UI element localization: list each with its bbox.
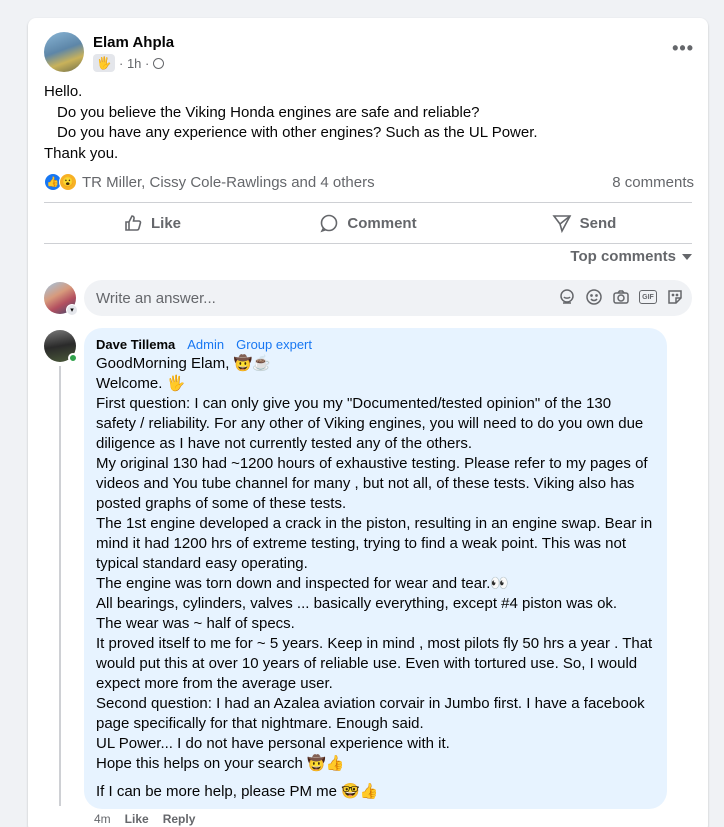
send-button[interactable]: Send <box>476 204 692 242</box>
comment-line: would put this at over 10 years of relia… <box>96 655 638 672</box>
caret-down-icon <box>682 253 692 260</box>
post-actions: Like Comment Send <box>44 204 692 242</box>
comment-line: posted graphs of some of these tests. <box>96 495 347 512</box>
emoji-icon[interactable] <box>585 288 603 306</box>
comment-like-button[interactable]: Like <box>125 812 149 826</box>
gif-icon[interactable]: GIF <box>639 288 657 306</box>
thread-line <box>59 366 61 806</box>
comment-line: GoodMorning Elam, 🤠☕ <box>96 355 271 372</box>
comment-line: mind it had 1200 hrs of extreme testing,… <box>96 535 627 552</box>
comment-line: First question: I can only give you my "… <box>96 395 612 412</box>
comments-count[interactable]: 8 comments <box>612 174 694 191</box>
send-icon <box>552 215 571 233</box>
composer-icons: GIF <box>558 288 684 306</box>
author-avatar[interactable] <box>44 32 84 72</box>
answer-composer: GIF <box>84 280 692 316</box>
like-label: Like <box>150 214 181 232</box>
post-time[interactable]: · 1h · <box>119 56 149 71</box>
avatar-sticker-icon[interactable] <box>558 288 576 306</box>
comment-line: typical standard easy operating. <box>96 555 308 572</box>
comment-line: The 1st engine developed a crack in the … <box>96 515 653 532</box>
comment-line: diligence as I have not currently tested… <box>96 435 473 452</box>
comment-button[interactable]: Comment <box>260 204 476 242</box>
wow-reaction-icon: 😮 <box>59 173 77 191</box>
wave-hand-icon[interactable]: 🖐 <box>93 54 115 72</box>
post-line: Hello. <box>44 83 83 100</box>
chevron-down-icon[interactable]: ▾ <box>66 304 78 316</box>
comment-line: page specifically for that nightmare. En… <box>96 715 424 732</box>
post-header: Elam Ahpla 🖐 · 1h · ••• <box>44 32 694 76</box>
comment-line: The wear was ~ half of specs. <box>96 615 295 632</box>
comment-line: Welcome. 🖐 <box>96 375 186 392</box>
divider <box>44 243 692 244</box>
post-line: Do you have any experience with other en… <box>57 124 538 141</box>
commenter-name[interactable]: Dave Tillema <box>96 337 175 352</box>
comment-text: GoodMorning Elam, 🤠☕ Welcome. 🖐 First ques… <box>96 354 655 774</box>
comment-line: safety / reliability. For any other of V… <box>96 415 644 432</box>
comment-line: expect more from the average user. <box>96 675 333 692</box>
post-line: Do you believe the Viking Honda engines … <box>57 103 480 121</box>
reactions-bar: 👍 😮 TR Miller, Cissy Cole-Rawlings and 4… <box>44 170 694 194</box>
divider <box>44 202 692 203</box>
answer-input[interactable] <box>96 280 536 316</box>
comment-header: Dave Tillema Admin Group expert <box>96 336 655 353</box>
comment-icon <box>320 214 338 233</box>
post-card: Elam Ahpla 🖐 · 1h · ••• Hello. Do you be… <box>28 18 708 827</box>
more-options-button[interactable]: ••• <box>672 38 694 59</box>
comment-line: If I can be more help, please PM me 🤓👍 <box>96 783 379 800</box>
group-expert-badge[interactable]: Group expert <box>236 337 312 352</box>
comment-line: UL Power... I do not have personal exper… <box>96 735 450 752</box>
send-label: Send <box>579 214 617 232</box>
comment-line: The engine was torn down and inspected f… <box>96 575 510 592</box>
comment-line: Hope this helps on your search 🤠👍 <box>96 755 345 772</box>
comment-time[interactable]: 4m <box>94 812 111 826</box>
camera-icon[interactable] <box>612 288 630 306</box>
comment-line: videos and You tube channel for many , b… <box>96 475 635 492</box>
sort-label: Top comments <box>570 248 676 265</box>
post-line: Thank you. <box>44 144 119 162</box>
comment-footer: 4m Like Reply <box>94 812 195 826</box>
like-button[interactable]: Like <box>44 204 260 242</box>
globe-icon <box>153 57 165 69</box>
comment-line: All bearings, cylinders, valves ... basi… <box>96 595 618 612</box>
comment-reply-button[interactable]: Reply <box>163 812 196 826</box>
online-status-indicator <box>68 353 78 363</box>
sticker-icon[interactable] <box>666 288 684 306</box>
comment-line: Second question: I had an Azalea aviatio… <box>96 695 645 712</box>
post-body: Hello. Do you believe the Viking Honda e… <box>44 82 694 164</box>
reactions-text[interactable]: TR Miller, Cissy Cole-Rawlings and 4 oth… <box>82 174 375 191</box>
author-name[interactable]: Elam Ahpla <box>93 34 174 51</box>
comment-line: It proved itself to me for ~ 5 years. Ke… <box>96 635 653 652</box>
sort-comments-dropdown[interactable]: Top comments <box>570 248 692 265</box>
comment-line: My original 130 had ~1200 hours of exhau… <box>96 455 648 472</box>
reaction-icons[interactable]: 👍 😮 <box>44 173 77 191</box>
admin-badge[interactable]: Admin <box>187 337 224 352</box>
post-meta: 🖐 · 1h · <box>93 54 165 72</box>
comment-bubble: Dave Tillema Admin Group expert GoodMorn… <box>84 328 667 809</box>
thumbs-up-icon <box>125 215 142 231</box>
comment-label: Comment <box>347 214 417 232</box>
